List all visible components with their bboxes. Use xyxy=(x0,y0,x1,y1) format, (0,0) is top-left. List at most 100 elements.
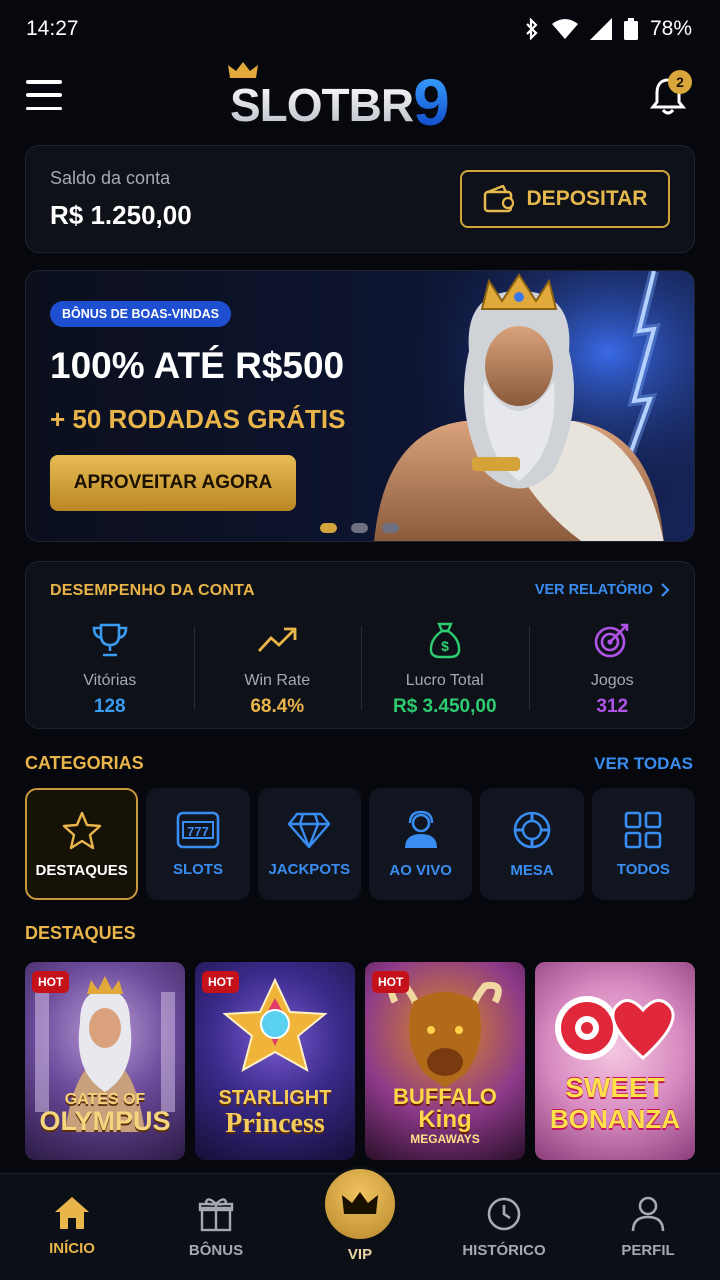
nav-vip[interactable]: VIP xyxy=(288,1166,432,1280)
status-bar: 14:27 78% xyxy=(0,0,720,58)
game-card-starlight-princess[interactable]: STARLIGHT Princess HOT xyxy=(195,962,355,1160)
nav-history[interactable]: HISTÓRICO xyxy=(432,1174,576,1280)
category-jackpots[interactable]: JACKPOTS xyxy=(257,788,361,900)
game-card-sweet-bonanza[interactable]: SWEET BONANZA xyxy=(535,962,695,1160)
banner-title: 100% ATÉ R$500 xyxy=(50,345,345,386)
svg-text:$: $ xyxy=(441,638,449,654)
game-title-line3: MEGAWAYS xyxy=(410,1132,480,1146)
performance-title: DESEMPENHO DA CONTA xyxy=(50,582,255,599)
game-card-gates-of-olympus[interactable]: GATES OF OLYMPUS HOT xyxy=(25,962,185,1160)
battery-icon xyxy=(623,18,638,40)
carousel-dot[interactable] xyxy=(320,523,337,533)
carousel-dot[interactable] xyxy=(351,523,368,533)
category-label: DESTAQUES xyxy=(35,861,128,879)
nav-profile[interactable]: PERFIL xyxy=(576,1174,720,1280)
logo-text: SLOTBR xyxy=(230,79,414,131)
nav-label: VIP xyxy=(347,1246,373,1263)
stat-games: Jogos 312 xyxy=(528,620,697,720)
category-live[interactable]: AO VIVO xyxy=(368,788,473,900)
hot-badge: HOT xyxy=(32,971,70,993)
view-all-link[interactable]: VER TODAS xyxy=(594,754,693,774)
category-slots[interactable]: 777 SLOTS xyxy=(146,788,250,900)
signal-icon xyxy=(589,18,612,40)
category-featured[interactable]: DESTAQUES xyxy=(25,788,139,900)
diamond-icon xyxy=(288,812,331,848)
trophy-icon xyxy=(92,623,128,657)
game-card-buffalo-king[interactable]: BUFFALO King MEGAWAYS HOT xyxy=(365,962,525,1160)
stat-win-rate: Win Rate 68.4% xyxy=(193,620,362,720)
menu-icon[interactable] xyxy=(26,80,62,110)
stat-value: 68.4% xyxy=(250,696,305,717)
target-icon xyxy=(594,623,629,658)
chevron-right-icon xyxy=(661,583,670,597)
stat-label: Lucro Total xyxy=(405,672,484,689)
game-title-line1: BUFFALO xyxy=(393,1084,497,1109)
home-icon xyxy=(55,1197,89,1229)
nav-label: HISTÓRICO xyxy=(462,1242,546,1259)
trending-up-icon xyxy=(258,627,297,652)
app-logo: SLOTBR 9 xyxy=(228,62,450,139)
crown-icon xyxy=(342,1192,378,1214)
logo-crown-icon xyxy=(228,62,258,78)
performance-card: DESEMPENHO DA CONTA VER RELATÓRIO Vitóri… xyxy=(25,561,695,729)
deposit-button[interactable]: DEPOSITAR xyxy=(460,170,670,228)
performance-stats: Vitórias 128 Win Rate 68.4% $ Lucro Tota… xyxy=(26,620,696,720)
categories-title: CATEGORIAS xyxy=(25,753,144,773)
clock-icon xyxy=(487,1197,521,1231)
game-title-line2: Princess xyxy=(225,1108,325,1139)
stat-total-profit: $ Lucro Total R$ 3.450,00 xyxy=(361,620,529,720)
wifi-icon xyxy=(551,19,578,39)
bluetooth-icon xyxy=(526,18,538,40)
balance-value: R$ 1.250,00 xyxy=(50,200,192,230)
featured-games: GATES OF OLYMPUS HOT STARLIGHT Princess … xyxy=(25,962,695,1160)
stat-label: Win Rate xyxy=(244,672,311,689)
game-title-line2: BONANZA xyxy=(550,1104,680,1134)
promo-banner[interactable]: BÔNUS DE BOAS-VINDAS 100% ATÉ R$500 + 50… xyxy=(25,270,695,542)
category-label: MESA xyxy=(510,861,554,879)
balance-label: Saldo da conta xyxy=(50,168,171,188)
wallet-icon xyxy=(483,185,514,213)
category-all[interactable]: TODOS xyxy=(591,788,696,900)
nav-label: BÔNUS xyxy=(188,1242,244,1259)
stat-label: Vitórias xyxy=(83,672,137,689)
deposit-label: DEPOSITAR xyxy=(526,187,648,210)
game-title-line1: STARLIGHT xyxy=(218,1087,332,1109)
banner-subtitle: + 50 RODADAS GRÁTIS xyxy=(50,404,346,434)
notification-badge: 2 xyxy=(668,70,692,94)
stat-value: R$ 3.450,00 xyxy=(392,696,497,717)
user-icon xyxy=(631,1196,665,1232)
featured-title: DESTAQUES xyxy=(25,923,136,943)
poker-chip-icon xyxy=(513,811,551,848)
nav-bonus[interactable]: BÔNUS xyxy=(144,1174,288,1280)
category-list: DESTAQUES 777 SLOTS JACKPOTS AO VIVO MES… xyxy=(25,788,696,900)
category-table[interactable]: MESA xyxy=(480,788,584,900)
category-label: JACKPOTS xyxy=(268,860,351,878)
banner-tag: BÔNUS DE BOAS-VINDAS xyxy=(50,301,231,327)
game-title-line2: OLYMPUS xyxy=(39,1106,171,1136)
nav-label: INÍCIO xyxy=(49,1240,95,1257)
bottom-nav: INÍCIO BÔNUS VIP HISTÓRICO PERFIL xyxy=(0,1166,720,1280)
battery-percent: 78% xyxy=(649,17,692,40)
category-label: SLOTS xyxy=(172,860,223,878)
status-icons: 78% xyxy=(524,17,692,41)
carousel-dot[interactable] xyxy=(382,523,399,533)
stat-value: 128 xyxy=(93,696,126,717)
stat-value: 312 xyxy=(596,696,629,717)
stat-wins: Vitórias 128 xyxy=(26,620,194,720)
game-title-line1: SWEET xyxy=(565,1072,665,1103)
money-bag-icon: $ xyxy=(429,622,460,659)
slot-machine-icon: 777 xyxy=(176,811,220,848)
vip-button[interactable] xyxy=(322,1166,398,1242)
live-dealer-icon xyxy=(404,810,437,848)
logo-number: 9 xyxy=(413,65,450,139)
gift-icon xyxy=(198,1198,234,1232)
category-label: TODOS xyxy=(616,860,670,878)
svg-text:777: 777 xyxy=(187,824,209,839)
hot-badge: HOT xyxy=(372,971,410,993)
banner-cta-button[interactable]: APROVEITAR AGORA xyxy=(50,455,296,511)
nav-home[interactable]: INÍCIO xyxy=(0,1174,144,1280)
stat-label: Jogos xyxy=(590,672,634,689)
view-report-label: VER RELATÓRIO xyxy=(534,582,653,598)
game-title-line2: King xyxy=(418,1106,472,1133)
view-report-link[interactable]: VER RELATÓRIO xyxy=(535,582,670,598)
